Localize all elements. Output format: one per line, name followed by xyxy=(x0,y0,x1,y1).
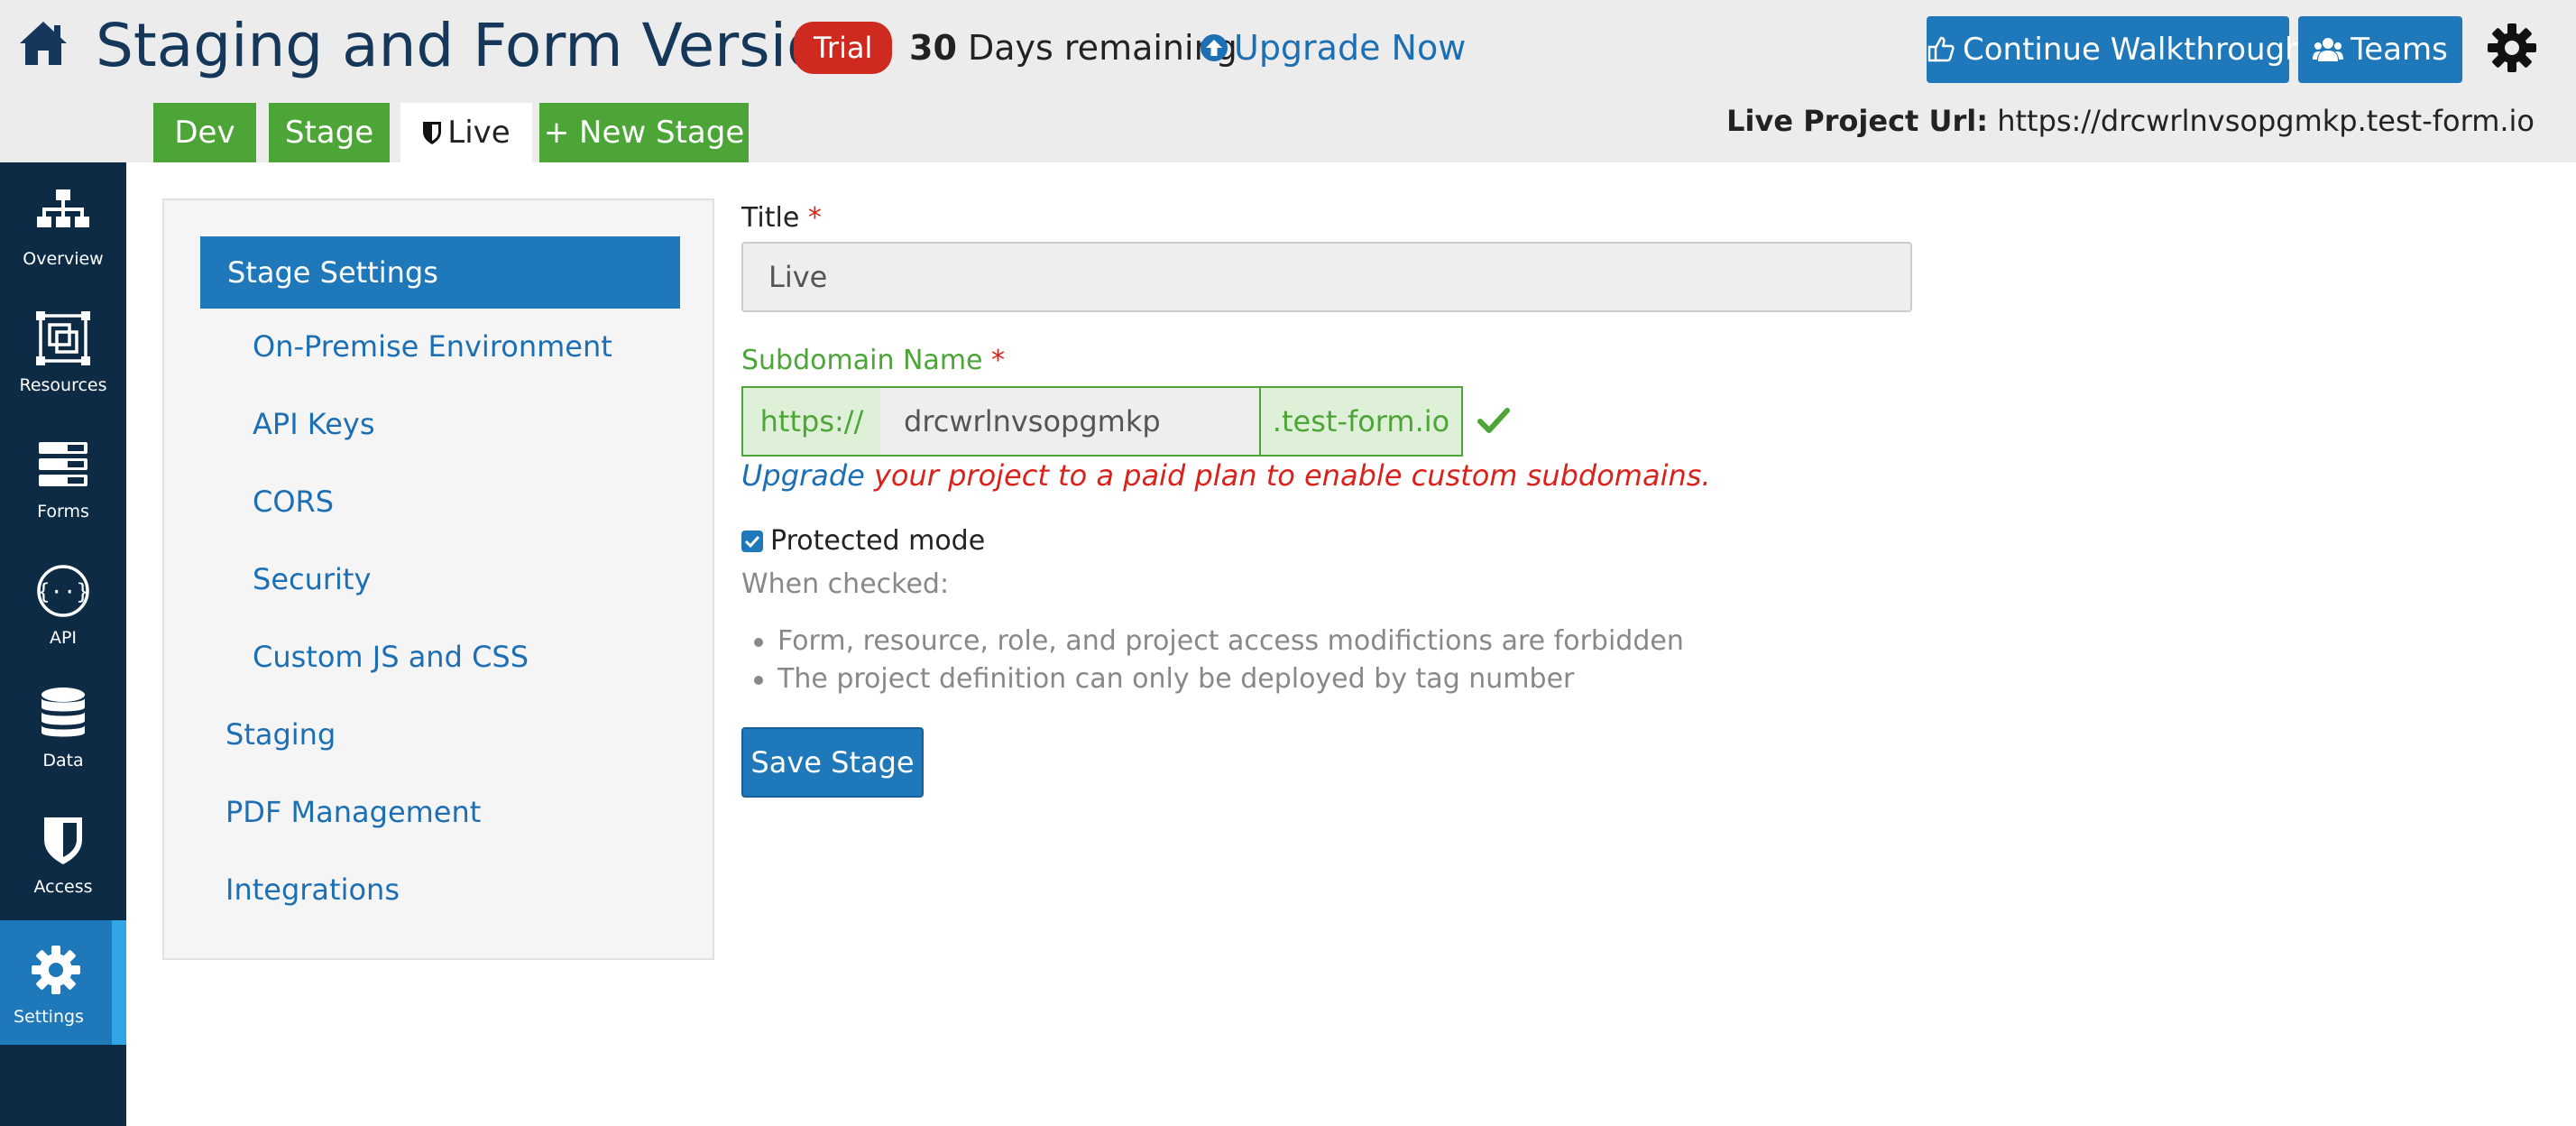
continue-walkthrough-button[interactable]: Continue Walkthrough xyxy=(1927,16,2305,83)
database-icon xyxy=(41,688,85,737)
tab-live-label: Live xyxy=(447,115,511,151)
checkmark-icon xyxy=(1477,408,1510,433)
sidebar-item-api[interactable]: {··} API xyxy=(0,541,126,666)
menu-item-cors[interactable]: CORS xyxy=(253,482,334,521)
live-url-value: https://drcwrlnvsopgmkp.test-form.io xyxy=(1997,104,2535,138)
sidebar-item-settings[interactable]: Settings xyxy=(0,920,126,1045)
shield-icon xyxy=(423,122,442,144)
sidebar-item-forms[interactable]: Forms xyxy=(0,415,126,540)
arrow-circle-up-icon xyxy=(1201,34,1228,61)
api-icon: {··} xyxy=(37,565,89,617)
sidebar-item-overview[interactable]: Overview xyxy=(0,162,126,287)
upgrade-link[interactable]: Upgrade xyxy=(741,458,865,493)
upgrade-note: Upgrade your project to a paid plan to e… xyxy=(741,457,1711,494)
save-stage-button[interactable]: Save Stage xyxy=(741,727,924,798)
live-project-url: Live Project Url: https://drcwrlnvsopgmk… xyxy=(1726,99,2535,143)
teams-button[interactable]: Teams xyxy=(2298,16,2462,83)
menu-item-integrations[interactable]: Integrations xyxy=(225,870,400,909)
required-mark: * xyxy=(991,345,1006,376)
tab-live[interactable]: Live xyxy=(400,103,532,162)
thumbs-up-icon xyxy=(1927,36,1955,62)
trial-badge: Trial xyxy=(794,22,893,74)
list-item: Form, resource, role, and project access… xyxy=(754,623,1684,660)
title-input[interactable]: Live xyxy=(741,242,1912,312)
subdomain-prefix: https:// xyxy=(741,386,882,457)
title-label: Title * xyxy=(741,200,822,236)
days-count: 30 xyxy=(909,28,957,68)
checkbox-check-icon xyxy=(744,535,760,549)
menu-item-staging[interactable]: Staging xyxy=(225,715,336,754)
sidebar-item-data[interactable]: Data xyxy=(0,664,126,789)
list-item: The project definition can only be deplo… xyxy=(753,660,1574,698)
sidebar-item-label: Data xyxy=(42,751,84,771)
gear-icon[interactable] xyxy=(2486,22,2538,74)
sidebar-item-resources[interactable]: Resources xyxy=(0,289,126,413)
upgrade-now-label: Upgrade Now xyxy=(1234,28,1467,68)
tab-new-stage[interactable]: + New Stage xyxy=(539,103,749,162)
menu-item-custom-js-css[interactable]: Custom JS and CSS xyxy=(253,637,529,677)
tab-stage[interactable]: Stage xyxy=(269,103,390,162)
shield-icon xyxy=(44,817,82,864)
subdomain-input[interactable]: drcwrlnvsopgmkp xyxy=(880,386,1261,457)
app-header: Staging and Form Versions Trial 30 Days … xyxy=(0,0,2576,162)
sidebar: Overview Resources Forms {··} API Data A… xyxy=(0,162,126,1126)
protected-mode-checkbox[interactable] xyxy=(741,531,763,552)
tab-dev[interactable]: Dev xyxy=(153,103,256,162)
sidebar-item-label: Access xyxy=(33,877,93,897)
menu-item-pdf-management[interactable]: PDF Management xyxy=(225,792,481,832)
sidebar-item-label: Forms xyxy=(37,502,89,521)
continue-walkthrough-label: Continue Walkthrough xyxy=(1963,32,2305,68)
page-title: Staging and Form Versions xyxy=(96,11,892,80)
upgrade-note-text: your project to a paid plan to enable cu… xyxy=(864,458,1711,493)
home-icon[interactable] xyxy=(16,16,70,70)
live-url-label: Live Project Url: xyxy=(1726,104,1989,138)
menu-item-on-premise[interactable]: On-Premise Environment xyxy=(253,327,612,366)
menu-item-security[interactable]: Security xyxy=(253,559,371,599)
users-icon xyxy=(2313,38,2344,61)
days-remaining-label: Days remaining xyxy=(967,28,1237,68)
forms-icon xyxy=(39,442,87,486)
subdomain-suffix: .test-form.io xyxy=(1259,386,1463,457)
gear-icon xyxy=(32,946,80,994)
teams-label: Teams xyxy=(2351,32,2448,68)
sidebar-item-label: Resources xyxy=(19,375,107,395)
protected-mode-label: Protected mode xyxy=(770,525,986,557)
sidebar-item-label: API xyxy=(49,628,78,648)
menu-item-stage-settings[interactable]: Stage Settings xyxy=(200,236,680,309)
required-mark: * xyxy=(807,202,822,234)
when-checked-label: When checked: xyxy=(741,568,950,600)
sidebar-item-access[interactable]: Access xyxy=(0,790,126,915)
settings-menu: Stage Settings On-Premise Environment AP… xyxy=(162,198,714,960)
menu-item-api-keys[interactable]: API Keys xyxy=(253,404,374,444)
sitemap-icon xyxy=(37,189,89,227)
svg-text:{··}: {··} xyxy=(37,579,89,605)
subdomain-label-text: Subdomain Name xyxy=(741,345,983,376)
upgrade-now-link[interactable]: Upgrade Now xyxy=(1200,25,1466,70)
sidebar-item-label: Overview xyxy=(23,249,104,269)
resources-icon xyxy=(36,311,90,365)
subdomain-label: Subdomain Name * xyxy=(741,343,1005,379)
days-remaining: 30 Days remaining xyxy=(909,25,1237,70)
active-indicator xyxy=(112,920,126,1045)
sidebar-item-label: Settings xyxy=(14,1007,84,1027)
title-label-text: Title xyxy=(741,202,800,234)
